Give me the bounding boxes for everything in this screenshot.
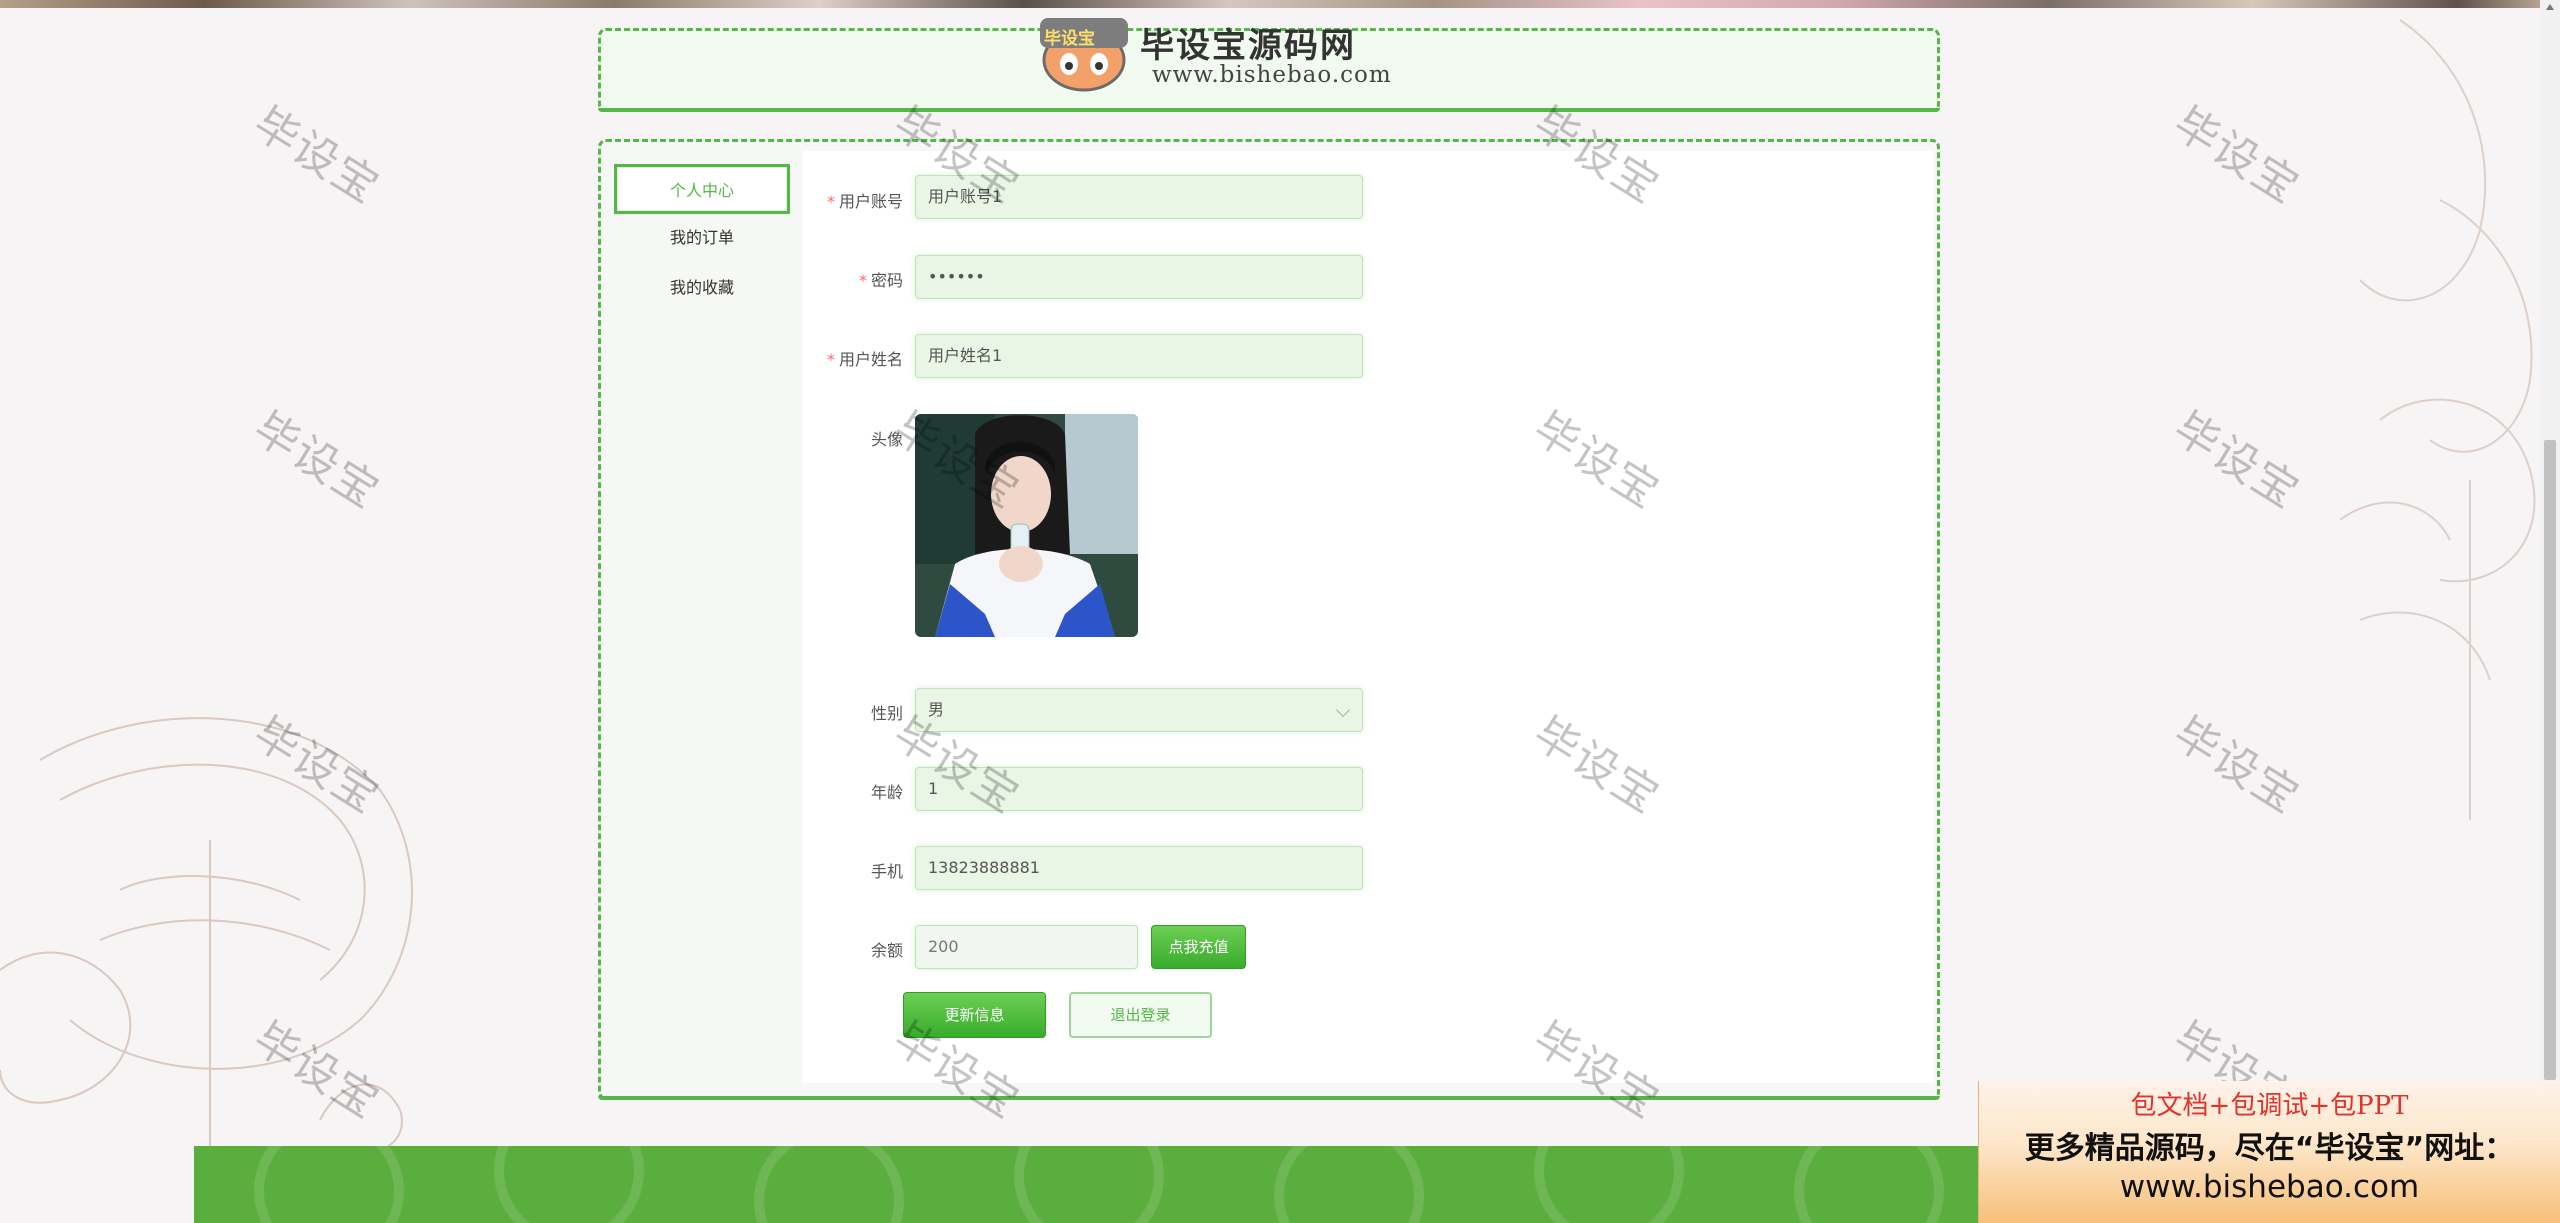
account-label: * 用户账号 [793,188,903,212]
update-info-button[interactable]: 更新信息 [903,992,1046,1038]
avatar-label: 头像 [870,430,903,449]
user-center-menu: 个人中心 我的订单 我的收藏 [614,164,790,314]
gender-label: 性别 [870,704,903,723]
watermark: 毕设宝 [244,97,389,215]
footer-band [194,1146,2194,1223]
menu-item-my-favorites[interactable]: 我的收藏 [614,264,790,314]
watermark: 毕设宝 [2164,97,2309,215]
watermark: 毕设宝 [2164,707,2309,825]
password-label-text: 密码 [870,271,903,290]
age-input[interactable]: 1 [915,767,1363,811]
lotus-decoration-right [2339,19,2536,820]
required-mark: * [826,192,835,211]
watermark: 毕设宝 [244,707,389,825]
avatar-image[interactable] [915,414,1138,637]
logo-url: www.bishebao.com [1152,62,1392,88]
age-label: 年龄 [870,783,903,802]
gender-select[interactable]: 男 [915,688,1363,732]
logout-button[interactable]: 退出登录 [1069,992,1212,1038]
menu-item-personal-center[interactable]: 个人中心 [614,164,790,214]
password-input[interactable]: •••••• [915,255,1363,299]
site-logo[interactable]: 毕设宝 毕设宝源码网 www.bishebao.com [1034,10,1414,96]
balance-input[interactable]: 200 [915,925,1138,969]
recharge-button[interactable]: 点我充值 [1151,925,1246,969]
logo-badge-text: 毕设宝 [1044,29,1095,49]
account-input[interactable]: 用户账号1 [915,175,1363,219]
watermark: 毕设宝 [244,402,389,520]
avatar-photo [915,414,1138,637]
name-label: * 用户姓名 [793,346,903,370]
lotus-decoration-left [0,717,413,1200]
password-label: * 密码 [793,267,903,291]
scroll-up-arrow-icon[interactable] [2546,4,2554,10]
watermark: 毕设宝 [2164,402,2309,520]
required-mark: * [826,350,835,369]
account-label-text: 用户账号 [838,192,903,211]
watermark: 毕设宝 [244,1012,389,1130]
required-mark: * [858,271,867,290]
ad-tagline: 包文档+包调试+包PPT [2130,1091,2409,1121]
gender-selected-value: 男 [928,700,945,719]
menu-item-my-orders[interactable]: 我的订单 [614,214,790,264]
logo-mascot-icon [1040,18,1128,92]
name-label-text: 用户姓名 [838,350,903,369]
name-input[interactable]: 用户姓名1 [915,334,1363,378]
ad-url: www.bishebao.com [2119,1169,2420,1205]
promo-ad-box[interactable]: 包文档+包调试+包PPT 更多精品源码，尽在“毕设宝”网址： www.bishe… [1978,1081,2560,1223]
balance-label: 余额 [870,941,903,960]
ad-headline: 更多精品源码，尽在“毕设宝”网址： [2024,1131,2515,1166]
page-scrollbar[interactable] [2540,0,2560,1223]
phone-input[interactable]: 13823888881 [915,846,1363,890]
logo-title: 毕设宝源码网 [1140,26,1356,66]
top-banner-image-strip [0,0,2560,8]
phone-label: 手机 [870,862,903,881]
scrollbar-thumb[interactable] [2544,440,2556,1080]
chevron-down-icon [1335,702,1351,718]
